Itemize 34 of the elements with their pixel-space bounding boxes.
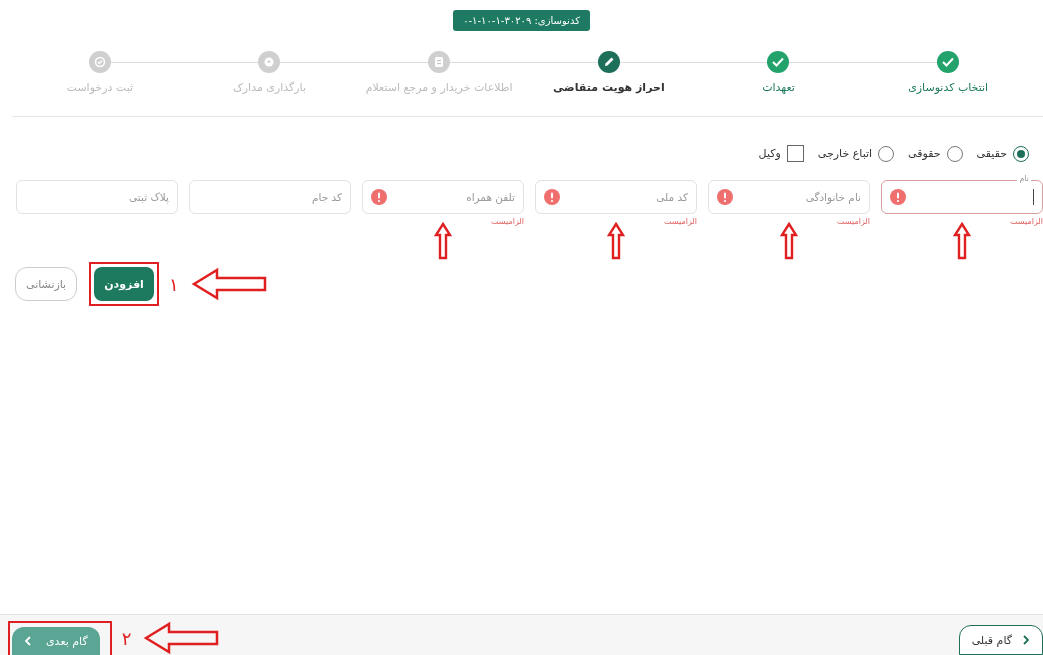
option-label: وکیل: [758, 147, 781, 160]
annotation-number: ۲: [121, 627, 132, 649]
error-message: الزامیست: [491, 217, 524, 226]
error-message: الزامیست: [664, 217, 697, 226]
option-label: اتباع خارجی: [817, 147, 873, 160]
step-label: انتخاب کدنوسازی: [908, 81, 989, 94]
previous-step-button[interactable]: گام قبلی: [958, 625, 1043, 655]
next-step-button[interactable]: گام بعدی: [12, 627, 100, 655]
step-label: احراز هویت متقاضی: [552, 81, 665, 94]
input-field[interactable]: تلفن همراه: [362, 180, 524, 214]
option-label: حقوقی: [908, 147, 941, 160]
error-icon: [717, 189, 733, 205]
step-label: بارگذاری مدارک: [232, 81, 307, 94]
step-label: اطلاعات خریدار و مرجع استعلام: [365, 81, 513, 94]
error-message: الزامیست: [837, 217, 870, 226]
checkbox[interactable]: [786, 145, 804, 162]
reset-button[interactable]: بازنشانی: [15, 267, 78, 301]
add-button[interactable]: افزودن: [94, 267, 154, 301]
option-label: حقیقی: [976, 147, 1007, 160]
error-icon: [890, 189, 906, 205]
input-field[interactable]: نام خانوادگی: [708, 180, 870, 214]
step-label: تعهدات: [762, 81, 795, 94]
error-icon: [544, 189, 560, 205]
step-label: ثبت درخواست: [66, 81, 134, 94]
code-badge: کدنوسازی: ۳۰۲۰۹-۱-۱۰-۱-۰: [453, 10, 590, 31]
annotation-number: ۱: [168, 273, 179, 295]
chevron-right-icon: [1022, 635, 1030, 645]
input-field[interactable]: کد جام: [189, 180, 351, 214]
input-field[interactable]: پلاک ثبتی: [16, 180, 178, 214]
error-message: الزامیست: [1010, 217, 1043, 226]
error-icon: [371, 189, 387, 205]
input-field[interactable]: کد ملی: [535, 180, 697, 214]
chevron-left-icon: [24, 636, 32, 646]
field-label: نام: [1017, 174, 1031, 184]
